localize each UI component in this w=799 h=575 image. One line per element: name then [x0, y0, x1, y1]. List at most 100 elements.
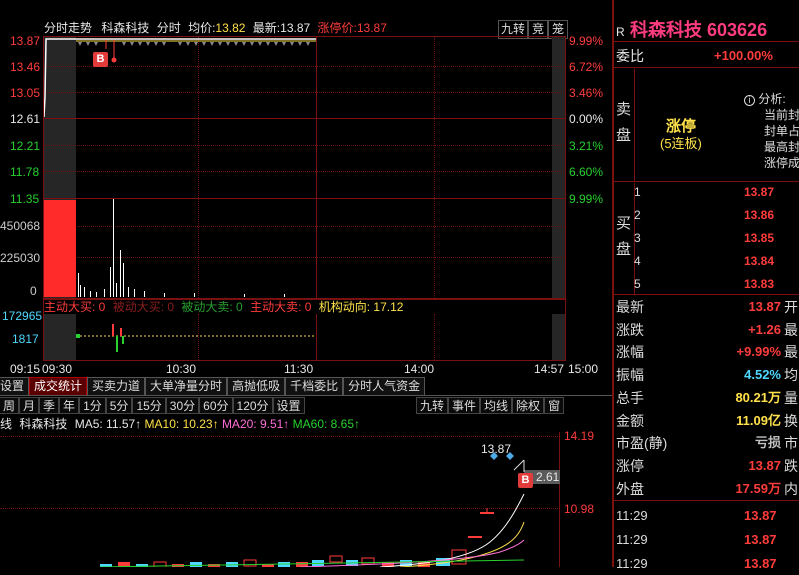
avg-label: 均价:	[188, 21, 216, 35]
passive-buy-label: 被动大买: 0	[112, 300, 175, 314]
tab-popularity-funds[interactable]: 分时人气资金	[343, 377, 426, 395]
tick-row: 11:29 13.87	[614, 529, 799, 551]
stat-row: 外盘 17.59万内	[614, 478, 799, 500]
kline-low-label: 2.61	[536, 470, 560, 484]
period-5min[interactable]: 5分	[105, 397, 133, 414]
stat-label-2: 最	[784, 344, 798, 361]
jiuzhuan-kline-button[interactable]: 九转	[416, 397, 449, 414]
stat-label-2: 开	[784, 299, 798, 315]
intraday-panel: 分时走势 科森科技 分时 均价:13.82 最新:13.87 涨停价:13.87…	[0, 0, 612, 376]
high-leader	[513, 459, 525, 471]
period-15min[interactable]: 15分	[132, 397, 166, 414]
info-icon[interactable]: i	[744, 95, 755, 106]
kline-svg	[99, 452, 560, 567]
period-year[interactable]: 年	[59, 397, 80, 414]
inst-flow-label: 机构动向: 17.12	[318, 300, 404, 314]
stats-block: 最新 13.87 开涨跌 +1.26 最涨幅 +9.99% 最振幅 4.52% 均总手 80.21…	[614, 296, 799, 501]
stat-label: 涨幅	[616, 344, 644, 361]
price-line	[44, 38, 316, 118]
bid-row[interactable]: 4 13.84	[634, 250, 799, 273]
period-30min[interactable]: 30分	[165, 397, 200, 414]
stat-value: 亏损	[754, 435, 781, 451]
stat-row: 金额 11.09亿换	[614, 410, 799, 432]
stat-label-2: 均	[784, 367, 798, 384]
passive-sell-label: 被动大卖: 0	[181, 300, 243, 314]
period-month[interactable]: 月	[19, 397, 40, 414]
time-label: 14:00	[404, 362, 435, 376]
period-season[interactable]: 季	[39, 397, 60, 414]
r-flag: R	[616, 25, 625, 39]
exright-button[interactable]: 除权	[512, 397, 545, 414]
preopen-volume	[44, 203, 76, 297]
time-label: 09:15	[10, 362, 41, 376]
pct-axis-label: 9.99%	[569, 192, 604, 206]
tick-time: 11:29	[616, 508, 648, 523]
kline-buy-marker: B	[518, 473, 533, 488]
stat-label: 金额	[616, 412, 644, 429]
analysis-line: 当前封	[764, 108, 799, 122]
flow-bar	[112, 324, 114, 336]
bid-row[interactable]: 2 13.86	[634, 204, 799, 227]
sell-side: 卖盘 涨停 (5连板) i 分析: 当前封 封单占 最高封 涨停成	[614, 69, 799, 182]
tab-buy-sell-power[interactable]: 买卖力道	[87, 377, 146, 395]
kline-high-label: 13.87	[481, 442, 512, 456]
stat-value: 13.87	[748, 457, 781, 473]
tab-trade-stats[interactable]: 成交统计	[29, 377, 88, 395]
pct-axis-label: 6.60%	[569, 165, 604, 179]
stat-value: +9.99%	[736, 344, 781, 360]
quote-panel: R 科森科技 603626 委比 +100.00% 卖盘 涨停 (5连板) i …	[614, 0, 799, 571]
limit-streak: (5连板)	[660, 136, 702, 151]
tab-thousand-ratio[interactable]: 千档委比	[285, 377, 344, 395]
time-label: 09:30	[42, 362, 73, 376]
webi-row: 委比 +100.00%	[614, 44, 799, 68]
period-120min[interactable]: 120分	[232, 397, 273, 414]
event-button[interactable]: 事件	[448, 397, 481, 414]
stat-row: 涨幅 +9.99% 最	[614, 341, 799, 363]
tab-intraday[interactable]: 分时走势	[44, 21, 92, 35]
analysis-line: 封单占	[764, 124, 799, 138]
tab-settings[interactable]: 设置	[0, 377, 30, 395]
bid-row[interactable]: 5 13.83	[634, 273, 799, 296]
stock-name: 科森科技	[101, 21, 150, 35]
limit-up-markers	[78, 42, 310, 46]
flow-axis-label: 1817	[12, 332, 39, 346]
window-button[interactable]: 窗	[544, 397, 565, 414]
tab-large-order-net[interactable]: 大单净量分时	[145, 377, 228, 395]
stat-label: 涨跌	[616, 321, 644, 338]
period-week[interactable]: 周	[0, 397, 20, 414]
quote-title: R 科森科技 603626	[614, 18, 799, 42]
stat-row: 涨停 13.87 跌	[614, 455, 799, 477]
latest-label: 最新:	[252, 21, 281, 35]
flow-bar	[116, 336, 118, 352]
tick-row: 11:29 13.87	[614, 505, 799, 527]
flow-bar	[122, 336, 124, 344]
ma5-label: MA5: 11.57↑	[74, 417, 142, 431]
ma-button[interactable]: 均线	[480, 397, 513, 414]
time-label: 11:30	[284, 362, 314, 376]
tick-price: 13.87	[744, 556, 777, 571]
pct-axis-label: 3.21%	[569, 139, 604, 153]
period-60min[interactable]: 60分	[199, 397, 233, 414]
stat-label: 最新	[616, 299, 644, 315]
period-1min[interactable]: 1分	[79, 397, 106, 414]
intraday-price-svg	[44, 38, 316, 297]
bid-row[interactable]: 3 13.85	[634, 227, 799, 250]
stat-value: 17.59万	[735, 480, 781, 496]
tab-high-low[interactable]: 高抛低吸	[227, 377, 286, 395]
ma60-label: MA60: 8.65↑	[292, 417, 361, 431]
period-settings[interactable]: 设置	[272, 397, 305, 414]
volume-axis-label: 225030	[0, 251, 41, 265]
price-axis-label: 11.35	[10, 192, 40, 206]
stat-label: 总手	[616, 389, 644, 406]
stock-name-code: 科森科技 603626	[630, 20, 768, 40]
ma10-label: MA10: 10.23↑	[144, 417, 219, 431]
flow-labels: 主动大买: 0 被动大买: 0 被动大卖: 0 主动大卖: 0 机构动向: 17…	[44, 300, 403, 314]
kline-axis-label: 10.98	[564, 502, 595, 516]
analysis-title: 分析:	[758, 92, 786, 106]
time-label: 10:30	[166, 362, 197, 376]
analysis-line: 最高封	[764, 140, 799, 154]
stat-row: 总手 80.21万量	[614, 387, 799, 409]
kline-candles	[100, 508, 494, 567]
bid-row[interactable]: 1 13.87	[634, 181, 799, 204]
sub-tab-bar: 设置 成交统计 买卖力道 大单净量分时 高抛低吸 千档委比 分时人气资金	[0, 377, 612, 396]
